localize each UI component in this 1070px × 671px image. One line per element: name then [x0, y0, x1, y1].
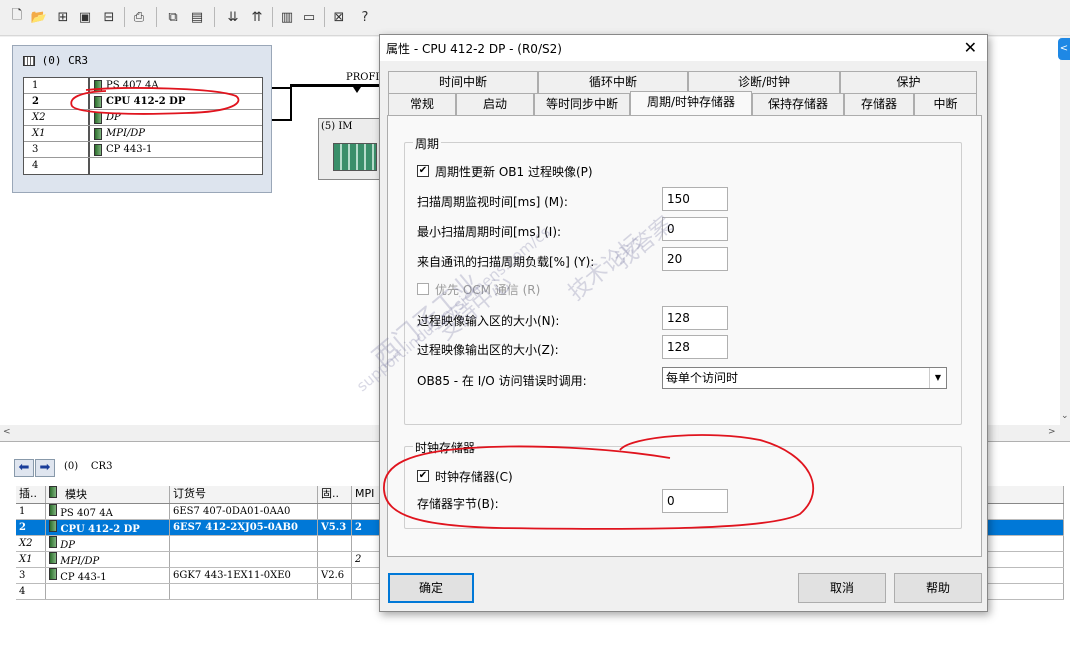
tab-cycle-clock-memory[interactable]: 周期/时钟存储器 [630, 91, 752, 115]
piq-size-input[interactable]: 128 [662, 335, 728, 359]
scan-monitor-input[interactable]: 150 [662, 187, 728, 211]
ocm-priority-label: 优先 OCM 通信 (R) [435, 283, 541, 297]
save-compile-icon[interactable]: ⊟ [100, 8, 118, 26]
tab-protection[interactable]: 保护 [840, 71, 977, 93]
tab-general[interactable]: 常规 [388, 93, 456, 115]
profibus-label: PROFI [346, 72, 380, 83]
annotation-ellipse-clock [383, 434, 815, 530]
bus-arrow-icon [353, 87, 361, 93]
module-icon [94, 127, 102, 140]
im-label: (5) IM [321, 121, 353, 132]
rack-grid-icon [23, 56, 35, 66]
im-rack-icon [333, 143, 377, 171]
rack-row[interactable]: 4 [24, 158, 262, 174]
min-scan-input[interactable]: 0 [662, 217, 728, 241]
side-panel-tab[interactable]: < [1058, 38, 1070, 60]
module-icon [49, 504, 57, 516]
comm-load-input[interactable]: 20 [662, 247, 728, 271]
download-icon[interactable]: ⇊ [224, 8, 242, 26]
ob85-select[interactable]: 每单个访问时 ▼ [662, 367, 947, 389]
dp-connector-line [272, 87, 292, 89]
cancel-button[interactable]: 取消 [798, 573, 886, 603]
comm-load-label: 来自通讯的扫描周期负载[%] (Y): [417, 255, 595, 269]
tab-cyclic-interrupt[interactable]: 循环中断 [538, 71, 688, 93]
module-icon [49, 520, 57, 532]
forward-arrow-icon[interactable]: ➡ [35, 459, 55, 477]
dp-connector-bottom [272, 119, 292, 121]
col-firmware[interactable]: 固.. [318, 486, 352, 503]
min-scan-label: 最小扫描周期时间[ms] (I): [417, 225, 562, 239]
station-vertical-scrollbar[interactable] [1060, 37, 1070, 425]
tab-startup[interactable]: 启动 [456, 93, 534, 115]
piq-size-label: 过程映像输出区的大小(Z): [417, 343, 559, 357]
scroll-right-icon[interactable]: > [1048, 427, 1056, 437]
tab-isochronous[interactable]: 等时同步中断 [534, 93, 630, 115]
window-icon[interactable]: ▭ [300, 8, 318, 26]
col-module[interactable]: 模块 [46, 486, 170, 503]
dp-connector-vertical [290, 87, 292, 121]
pii-size-input[interactable]: 128 [662, 306, 728, 330]
tab-retentive-memory[interactable]: 保持存储器 [752, 93, 844, 115]
module-icon [49, 568, 57, 580]
open-icon[interactable]: 📂 [30, 8, 48, 26]
rack-row[interactable]: 3 CP 443-1 [24, 142, 262, 158]
config-icon[interactable]: ⊠ [330, 8, 348, 26]
dialog-titlebar: 属性 - CPU 412-2 DP - (R0/S2) ✕ [380, 35, 987, 61]
rack-row[interactable]: X1 MPI/DP [24, 126, 262, 142]
module-icon [94, 143, 102, 156]
upload-icon[interactable]: ⇈ [248, 8, 266, 26]
scroll-down-icon[interactable]: ⌄ [1061, 411, 1069, 421]
help-cursor-icon[interactable]: ? [356, 8, 374, 26]
im-module[interactable]: (5) IM [318, 118, 380, 180]
tab-diagnostics-clock[interactable]: 诊断/时钟 [688, 71, 840, 93]
ob85-label: OB85 - 在 I/O 访问错误时调用: [417, 374, 587, 388]
scroll-left-icon[interactable]: < [3, 427, 11, 437]
tab-memory[interactable]: 存储器 [844, 93, 914, 115]
copy-icon[interactable]: ⧉ [164, 8, 182, 26]
print-icon[interactable]: ⎙ [130, 8, 148, 26]
update-ob1-checkbox[interactable]: ✔ [417, 165, 429, 177]
save-icon[interactable]: ▣ [76, 8, 94, 26]
col-order[interactable]: 订货号 [170, 486, 318, 503]
col-slot[interactable]: 插.. [16, 486, 46, 503]
update-ob1-label: 周期性更新 OB1 过程映像(P) [435, 165, 593, 179]
dialog-title: 属性 - CPU 412-2 DP - (R0/S2) [386, 42, 562, 56]
toolbar: 🗋 📂 ⊞ ▣ ⊟ ⎙ ⧉ ▤ ⇊ ⇈ ▥ ▭ ⊠ ? [0, 0, 1070, 36]
close-icon[interactable]: ✕ [964, 38, 977, 57]
chevron-down-icon[interactable]: ▼ [929, 368, 946, 388]
network-access-icon[interactable]: ⊞ [54, 8, 72, 26]
pii-size-label: 过程映像输入区的大小(N): [417, 314, 560, 328]
catalog-icon[interactable]: ▥ [278, 8, 296, 26]
profibus-line [290, 84, 380, 87]
module-icon [49, 536, 57, 548]
rack-window[interactable]: (0) CR3 1 PS 407 4A 2 CPU 412-2 DP X2 DP X1… [12, 45, 272, 193]
detail-path: (0) CR3 [64, 461, 113, 472]
help-button[interactable]: 帮助 [894, 573, 982, 603]
paste-icon[interactable]: ▤ [188, 8, 206, 26]
rack-title: (0) CR3 [23, 54, 88, 67]
module-icon [49, 486, 57, 498]
tab-time-interrupt[interactable]: 时间中断 [388, 71, 538, 93]
cycle-group-title: 周期 [413, 135, 442, 152]
new-icon[interactable]: 🗋 [8, 8, 26, 26]
ocm-priority-checkbox[interactable] [417, 283, 429, 295]
annotation-ellipse-cpu [70, 87, 240, 115]
back-arrow-icon[interactable]: ⬅ [14, 459, 34, 477]
scan-monitor-label: 扫描周期监视时间[ms] (M): [417, 195, 568, 209]
tab-interrupts[interactable]: 中断 [914, 93, 977, 115]
ok-button[interactable]: 确定 [388, 573, 474, 603]
module-icon [49, 552, 57, 564]
